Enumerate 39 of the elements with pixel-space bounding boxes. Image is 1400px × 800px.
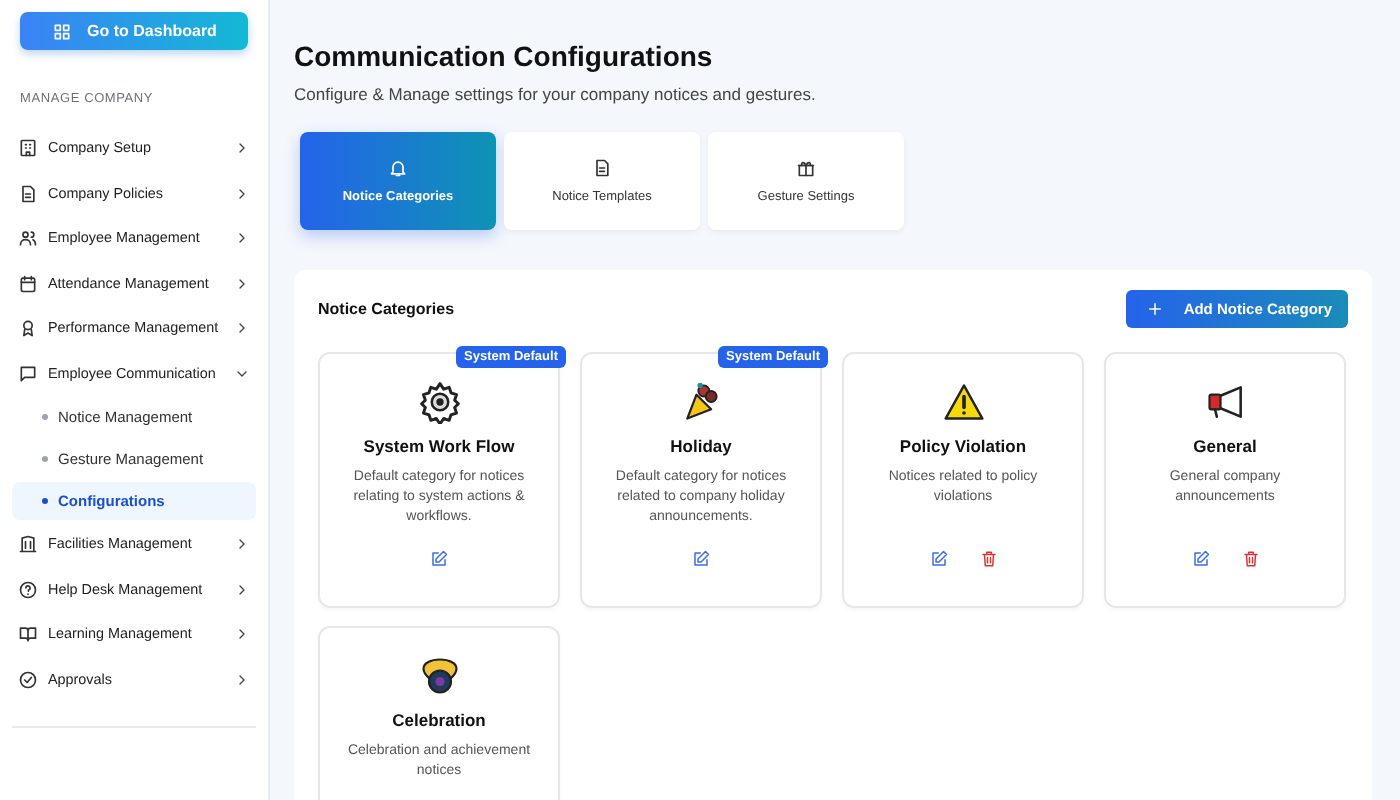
- page-subtitle: Configure & Manage settings for your company notices and gestures.: [294, 84, 818, 104]
- document-icon: [592, 158, 612, 178]
- people-icon: [18, 228, 38, 249]
- award-icon: [18, 318, 38, 339]
- edit-icon: [430, 550, 448, 568]
- grid-icon: [51, 21, 72, 41]
- warning-icon: [941, 380, 985, 424]
- card-title: System Work Flow: [363, 436, 515, 456]
- card-title: Holiday: [670, 436, 732, 456]
- calendar-icon: [18, 273, 38, 294]
- plus-icon: [1145, 300, 1164, 318]
- trash-icon: [979, 550, 997, 568]
- book-icon: [18, 624, 38, 645]
- gift-icon: [796, 158, 816, 178]
- page-title: Communication Configurations: [294, 40, 715, 72]
- section-title: Notice Categories: [318, 300, 455, 318]
- card-title: Policy Violation: [899, 436, 1027, 456]
- edit-icon: [1191, 550, 1209, 568]
- megaphone-icon: [1203, 380, 1247, 424]
- bell-icon: [388, 158, 408, 178]
- card-title: General: [1193, 436, 1257, 456]
- edit-icon: [929, 550, 947, 568]
- trash-icon: [1241, 550, 1259, 568]
- help-icon: [18, 579, 38, 600]
- building-icon: [18, 534, 38, 555]
- card-title: Celebration: [392, 710, 486, 730]
- chat-icon: [18, 363, 38, 384]
- delete-button[interactable]: [979, 550, 997, 568]
- edit-button[interactable]: [929, 550, 947, 568]
- gear-icon: [417, 380, 461, 424]
- edit-icon: [692, 550, 710, 568]
- edit-button[interactable]: [1191, 550, 1209, 568]
- medal-icon: [417, 654, 461, 698]
- building-icon: [18, 138, 38, 159]
- delete-button[interactable]: [1241, 550, 1259, 568]
- edit-button[interactable]: [692, 550, 710, 568]
- check-circle-icon: [18, 669, 38, 690]
- edit-button[interactable]: [430, 550, 448, 568]
- document-icon: [18, 183, 38, 204]
